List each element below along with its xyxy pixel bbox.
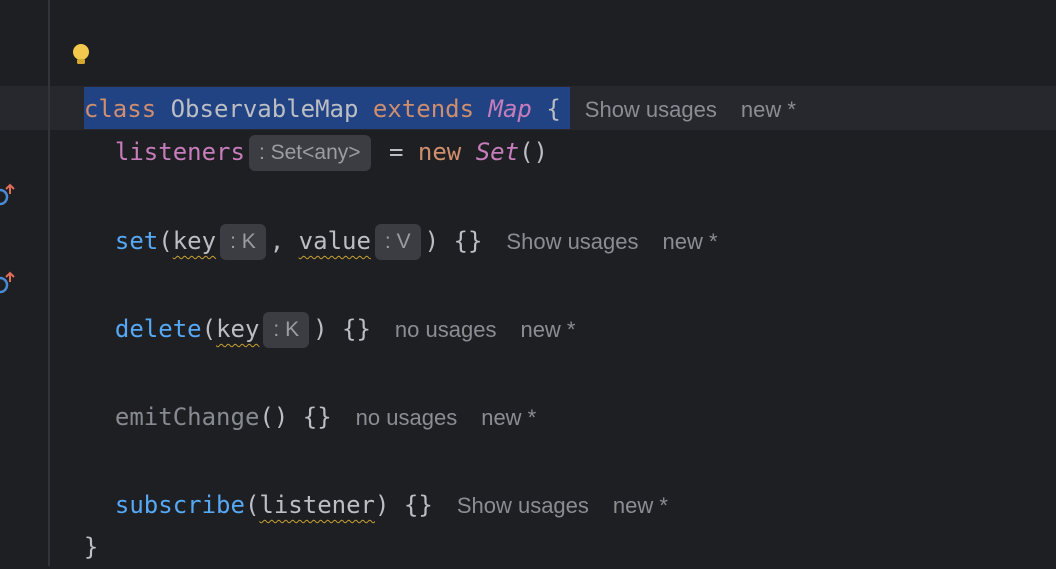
author-hint[interactable]: new * xyxy=(663,229,718,254)
gutter-divider xyxy=(48,0,50,566)
override-method-icon[interactable] xyxy=(0,270,18,296)
set-type[interactable]: Set xyxy=(476,138,519,166)
author-hint[interactable]: new * xyxy=(741,97,796,122)
param-value[interactable]: value xyxy=(299,227,371,255)
method-subscribe-line[interactable]: subscribe(listener) {} Show usages new * xyxy=(86,439,668,519)
keyword-new: new xyxy=(417,138,462,166)
open-paren: ( xyxy=(201,315,217,343)
method-set-line[interactable]: set(key: K, value: V) {} Show usages new * xyxy=(86,175,718,260)
author-hint[interactable]: new * xyxy=(481,405,536,430)
author-hint[interactable]: new * xyxy=(613,493,668,518)
close-paren: ) xyxy=(424,227,440,255)
method-delete-line[interactable]: delete(key: K) {} no usages new * xyxy=(86,263,576,348)
show-usages-link[interactable]: Show usages xyxy=(585,97,717,122)
no-usages-label: no usages xyxy=(355,405,458,430)
method-delete-name[interactable]: delete xyxy=(115,315,202,343)
method-emitchange-name[interactable]: emitChange xyxy=(115,403,260,431)
open-brace: { xyxy=(546,95,561,123)
show-usages-link[interactable]: Show usages xyxy=(506,229,638,254)
param-value-type-hint: : V xyxy=(374,224,421,260)
call-parens: () xyxy=(519,138,548,166)
param-key-type-hint: : K xyxy=(220,224,266,260)
no-usages-label: no usages xyxy=(394,317,497,342)
show-usages-link[interactable]: Show usages xyxy=(457,493,589,518)
field-declaration-line[interactable]: listeners: Set<any> = new Set() xyxy=(86,86,548,171)
param-key-type-hint: : K xyxy=(263,312,310,348)
param-key[interactable]: key xyxy=(216,315,259,343)
open-paren: ( xyxy=(244,491,260,519)
method-set-name[interactable]: set xyxy=(115,227,158,255)
author-hint[interactable]: new * xyxy=(520,317,575,342)
close-paren: ) xyxy=(375,491,390,519)
closing-brace: } xyxy=(83,533,99,561)
assign-op: = xyxy=(388,138,404,166)
method-body: {} xyxy=(342,315,371,343)
call-parens: () xyxy=(259,403,289,431)
override-method-icon[interactable] xyxy=(0,182,18,208)
open-paren: ( xyxy=(158,227,173,255)
close-paren: ) xyxy=(313,315,328,343)
class-declaration-line[interactable]: class ObservableMap extends Map {Show us… xyxy=(55,43,796,123)
method-body: {} xyxy=(403,491,433,519)
param-listener[interactable]: listener xyxy=(259,491,375,519)
closing-brace-line[interactable]: } xyxy=(55,481,98,561)
param-key[interactable]: key xyxy=(173,227,216,255)
method-body: {} xyxy=(302,403,332,431)
lightbulb-icon[interactable] xyxy=(72,44,90,66)
field-listeners[interactable]: listeners xyxy=(115,138,245,166)
method-subscribe-name[interactable]: subscribe xyxy=(115,491,245,519)
method-emitchange-line[interactable]: emitChange() {} no usages new * xyxy=(86,351,536,431)
type-hint: : Set<any> xyxy=(248,135,371,171)
comma: , xyxy=(269,227,285,255)
method-body: {} xyxy=(453,227,483,255)
